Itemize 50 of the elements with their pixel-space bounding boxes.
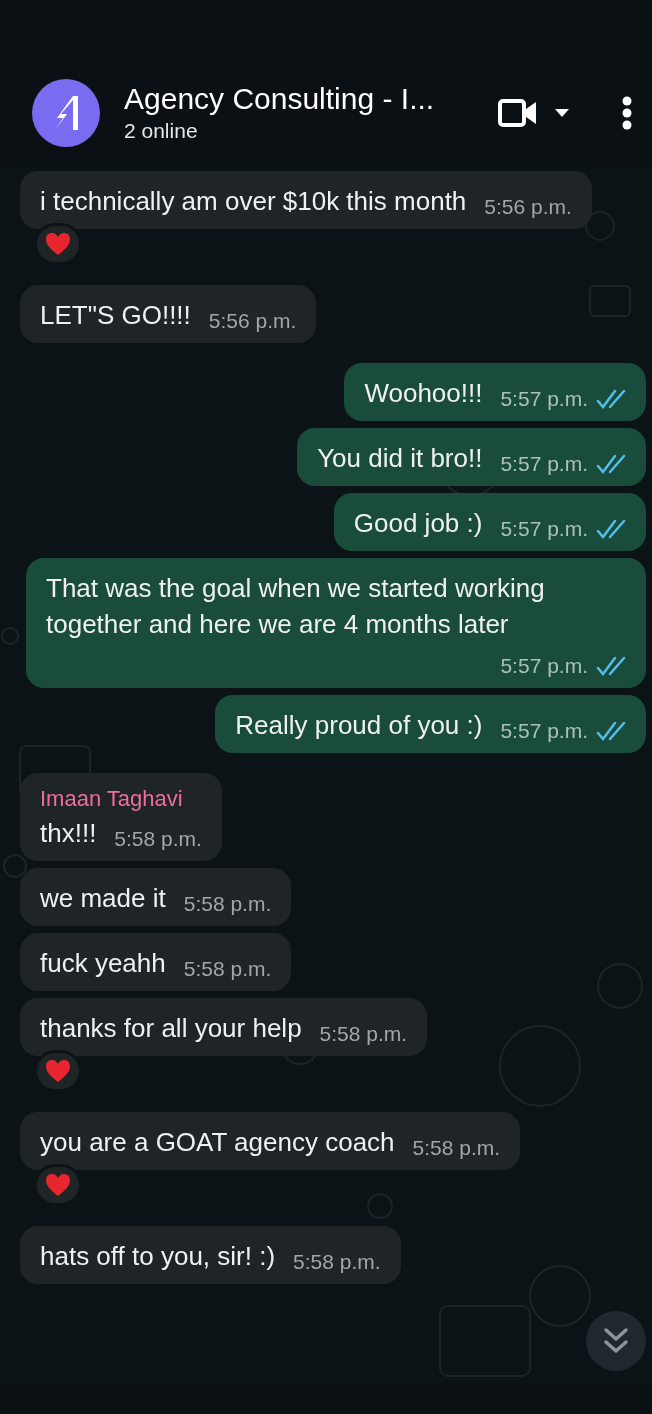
message-text: Really proud of you :) bbox=[235, 710, 483, 740]
message-time: 5:58 p.m. bbox=[183, 891, 272, 917]
message-time: 5:58 p.m. bbox=[412, 1135, 501, 1161]
message-bubble[interactable]: thanks for all your help 5:58 p.m. bbox=[20, 998, 428, 1056]
message-text: thx!!! bbox=[40, 818, 97, 848]
message-bubble[interactable]: we made it 5:58 p.m. bbox=[20, 868, 292, 926]
message-bubble[interactable]: Woohoo!!! 5:57 p.m. bbox=[344, 363, 646, 421]
chat-title[interactable]: Agency Consulting - I... bbox=[124, 81, 478, 117]
message-bubble[interactable]: Really proud of you :) 5:57 p.m. bbox=[215, 695, 646, 753]
online-count: 2 online bbox=[124, 118, 199, 144]
message-time: 5:58 p.m. bbox=[183, 956, 272, 982]
message-time: 5:56 p.m. bbox=[484, 194, 572, 220]
message-bubble[interactable]: fuck yeahh 5:58 p.m. bbox=[20, 933, 292, 991]
message-bubble[interactable]: You did it bro!! 5:57 p.m. bbox=[297, 428, 646, 486]
message-time: 5:58 p.m. bbox=[114, 826, 202, 852]
message-text: Good job :) bbox=[353, 508, 483, 538]
message-time: 5:57 p.m. bbox=[500, 386, 588, 412]
message-text: You did it bro!! bbox=[317, 443, 483, 473]
video-call-button[interactable] bbox=[498, 98, 570, 128]
message-time: 5:58 p.m. bbox=[293, 1249, 381, 1275]
message-time: 5:56 p.m. bbox=[208, 308, 297, 334]
message-text: That was the goal when we started working together and here we are 4 months later bbox=[46, 573, 545, 639]
sender-name: Imaan Taghavi bbox=[40, 785, 184, 813]
message-text: LET"S GO!!!! bbox=[40, 300, 191, 330]
video-camera-icon bbox=[498, 98, 538, 128]
heart-icon bbox=[45, 1173, 71, 1197]
message-bubble[interactable]: you are a GOAT agency coach 5:58 p.m. bbox=[20, 1112, 521, 1170]
message-bubble[interactable]: hats off to you, sir! :) 5:58 p.m. bbox=[20, 1226, 401, 1284]
message-time: 5:57 p.m. bbox=[500, 718, 588, 744]
caret-icon bbox=[554, 108, 570, 118]
heart-icon bbox=[45, 1059, 71, 1083]
message-bubble[interactable]: Good job :) 5:57 p.m. bbox=[333, 493, 646, 551]
message-time: 5:57 p.m. bbox=[500, 451, 588, 477]
message-bubble[interactable]: LET"S GO!!!! 5:56 p.m. bbox=[20, 285, 317, 343]
message-text: thanks for all your help bbox=[40, 1013, 302, 1043]
message-text: i technically am over $10k this month bbox=[40, 186, 467, 216]
message-text: you are a GOAT agency coach bbox=[40, 1127, 395, 1157]
heart-icon bbox=[45, 232, 71, 256]
message-time: 5:57 p.m. bbox=[500, 516, 588, 542]
message-bubble[interactable]: i technically am over $10k this month 5:56 p.m. bbox=[20, 171, 592, 229]
message-text: Woohoo!!! bbox=[364, 378, 483, 408]
message-time: 5:57 p.m. bbox=[500, 653, 588, 679]
message-text: we made it bbox=[40, 883, 166, 913]
message-bubble[interactable]: That was the goal when we started working together and here we are 4 months later 5:57 p.m. bbox=[26, 558, 646, 688]
message-text: hats off to you, sir! :) bbox=[40, 1241, 276, 1271]
message-bubble[interactable]: Imaan Taghavi thx!!! 5:58 p.m. bbox=[20, 773, 222, 861]
message-text: fuck yeahh bbox=[40, 948, 166, 978]
double-chevron-down-icon bbox=[603, 1327, 629, 1355]
message-time: 5:58 p.m. bbox=[319, 1021, 408, 1047]
menu-icon[interactable] bbox=[622, 96, 632, 130]
